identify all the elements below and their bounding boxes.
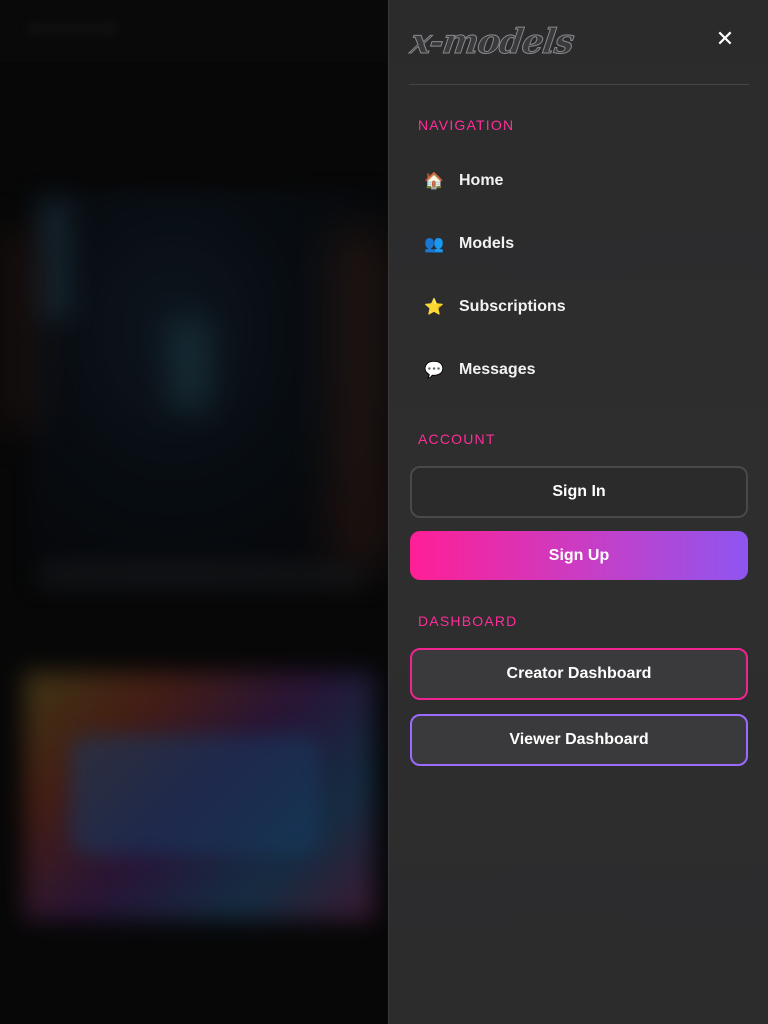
side-drawer: x-models ✕ NAVIGATION 🏠 Home 👥 Models ⭐ … bbox=[388, 0, 768, 1024]
star-icon: ⭐ bbox=[424, 297, 444, 316]
nav-item-home[interactable]: 🏠 Home bbox=[418, 161, 748, 201]
dashboard-section-title: DASHBOARD bbox=[418, 613, 518, 629]
nav-item-label: Messages bbox=[459, 361, 536, 378]
navigation-section-title: NAVIGATION bbox=[418, 117, 515, 133]
nav-item-subscriptions[interactable]: ⭐ Subscriptions bbox=[418, 287, 748, 327]
account-section-title: ACCOUNT bbox=[418, 431, 496, 447]
sign-up-button[interactable]: Sign Up bbox=[410, 531, 748, 580]
page-backdrop[interactable] bbox=[0, 0, 388, 1024]
speech-bubble-icon: 💬 bbox=[424, 360, 444, 379]
nav-item-label: Models bbox=[459, 235, 515, 252]
nav-item-label: Home bbox=[459, 172, 504, 189]
nav-item-label: Subscriptions bbox=[459, 298, 566, 315]
creator-dashboard-button[interactable]: Creator Dashboard bbox=[410, 648, 748, 700]
brand-logo[interactable]: x-models bbox=[408, 22, 577, 63]
close-icon: ✕ bbox=[715, 27, 735, 52]
sign-in-button[interactable]: Sign In bbox=[410, 466, 748, 518]
drawer-header: x-models ✕ bbox=[408, 0, 749, 85]
house-icon: 🏠 bbox=[424, 171, 444, 190]
close-button[interactable]: ✕ bbox=[713, 28, 737, 52]
nav-item-models[interactable]: 👥 Models bbox=[418, 224, 748, 264]
people-icon: 👥 bbox=[424, 234, 444, 253]
nav-item-messages[interactable]: 💬 Messages bbox=[418, 350, 748, 390]
backdrop-overlay[interactable] bbox=[0, 0, 388, 1024]
viewer-dashboard-button[interactable]: Viewer Dashboard bbox=[410, 714, 748, 766]
